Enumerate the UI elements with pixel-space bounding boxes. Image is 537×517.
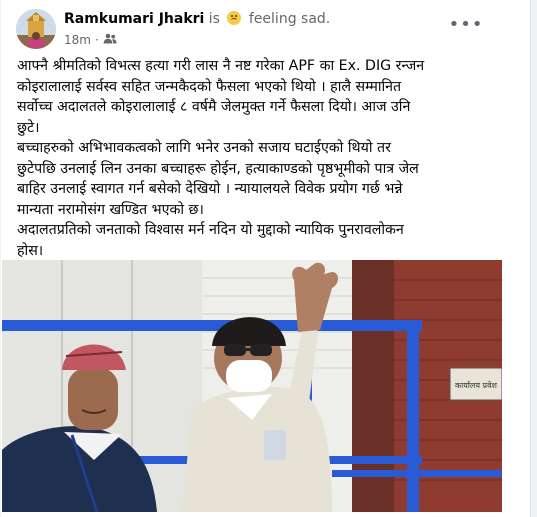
- avatar[interactable]: [16, 9, 56, 49]
- post-header: Ramkumari Jhakri is feeling sad.: [64, 11, 330, 27]
- more-options-button[interactable]: •••: [449, 14, 483, 35]
- feeling-prefix: is: [208, 11, 220, 27]
- feeling-text: feeling sad.: [248, 11, 331, 27]
- avatar-image: [16, 9, 56, 49]
- post-paragraph-2: बच्चाहरुको अभिभावकत्वको लागि भनेर उनको स…: [17, 140, 419, 218]
- post-card: Ramkumari Jhakri is feeling sad. 18m · •…: [1, 0, 531, 517]
- meta-separator: ·: [94, 33, 99, 47]
- post-time[interactable]: 18m: [64, 33, 91, 47]
- more-options-icon: •••: [448, 13, 484, 35]
- friends-icon[interactable]: [103, 33, 117, 47]
- office-sign: कार्यालय प्रवेश: [455, 380, 498, 390]
- photo-scene: कार्यालय प्रवेश: [2, 260, 502, 512]
- post-paragraph-1: आफ्नै श्रीमतिको विभत्स हत्या गरी लास नै …: [17, 58, 425, 136]
- author-name[interactable]: Ramkumari Jhakri: [64, 11, 204, 27]
- post-text: आफ्नै श्रीमतिको विभत्स हत्या गरी लास नै …: [17, 56, 477, 261]
- sad-face-icon: [227, 11, 242, 25]
- post-photo[interactable]: कार्यालय प्रवेश: [2, 260, 502, 512]
- post-paragraph-3: अदालतप्रतिको जनताको विश्वास मर्न नदिन यो…: [17, 222, 404, 259]
- post-meta: 18m ·: [64, 33, 117, 47]
